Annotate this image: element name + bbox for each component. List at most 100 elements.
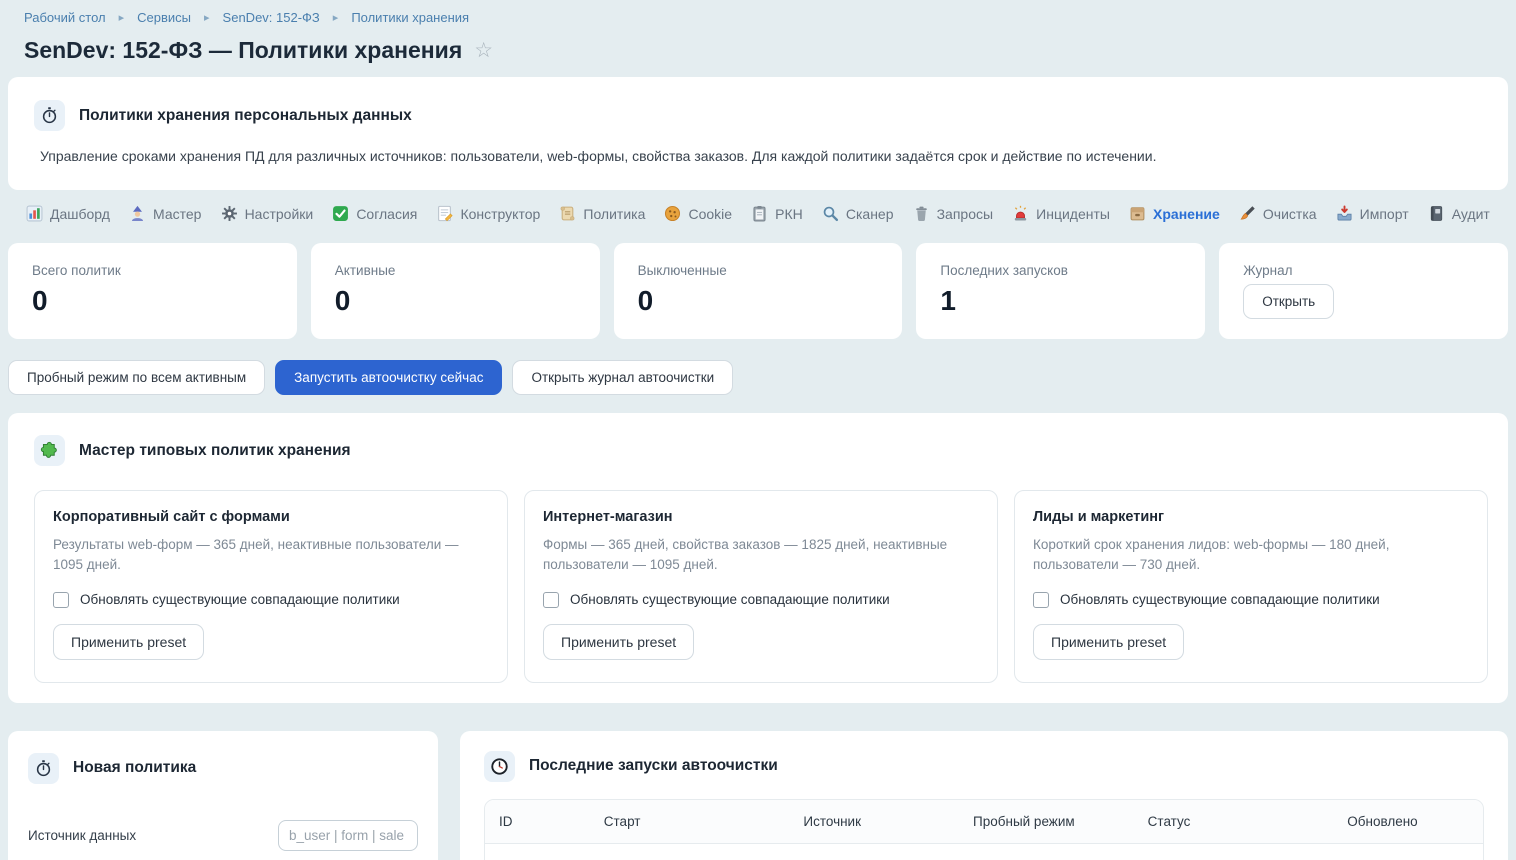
tab-label: Cookie <box>688 206 732 222</box>
tab-incidents[interactable]: Инциденты <box>1012 205 1110 222</box>
check-icon <box>332 205 349 222</box>
table-row: 120.03.2026 09:57:47agentНетЗавершён0 <box>485 843 1483 860</box>
action-buttons: Пробный режим по всем активным Запустить… <box>8 360 1508 395</box>
stat-value: 1 <box>940 285 1181 317</box>
bottom-row: Новая политика Источник данныхТип сущнос… <box>8 731 1508 860</box>
clipboard-icon <box>751 205 768 222</box>
tab-label: Дашборд <box>50 206 110 222</box>
open-journal-button[interactable]: Открыть журнал автоочистки <box>512 360 733 395</box>
tab-label: РКН <box>775 206 803 222</box>
tab-label: Инциденты <box>1036 206 1110 222</box>
tab-scanner[interactable]: Сканер <box>822 205 894 222</box>
tab-import[interactable]: Импорт <box>1336 205 1409 222</box>
breadcrumb-arrow-icon: ▸ <box>204 11 210 24</box>
apply-preset-button[interactable]: Применить preset <box>1033 624 1184 660</box>
import-icon <box>1336 205 1353 222</box>
runs-column-header: Источник <box>789 800 959 844</box>
preset-card: Интернет-магазин Формы — 365 дней, свойст… <box>524 490 998 683</box>
stat-label: Журнал <box>1243 263 1484 278</box>
stat-label: Всего политик <box>32 263 273 278</box>
tab-settings[interactable]: Настройки <box>221 205 314 222</box>
memo-icon <box>436 205 453 222</box>
banner-description: Управление сроками хранения ПД для разли… <box>40 148 1476 164</box>
banner: Политики хранения персональных данных Уп… <box>8 77 1508 190</box>
tab-wizard[interactable]: Мастер <box>129 205 201 222</box>
tab-constructor[interactable]: Конструктор <box>436 205 540 222</box>
run-cell-start: 20.03.2026 09:57:47 <box>590 843 790 860</box>
stat-label: Активные <box>335 263 576 278</box>
stat-value: 0 <box>32 285 273 317</box>
stat-value: 0 <box>638 285 879 317</box>
preset-description: Результаты web-форм — 365 дней, неактивн… <box>53 535 489 576</box>
tab-audit[interactable]: Аудит <box>1428 205 1490 222</box>
tab-label: Политика <box>583 206 645 222</box>
update-existing-checkbox[interactable] <box>543 592 559 608</box>
apply-preset-button[interactable]: Применить preset <box>543 624 694 660</box>
form-row: Источник данных <box>28 808 418 860</box>
brush-icon <box>1239 205 1256 222</box>
siren-icon <box>1012 205 1029 222</box>
tab-label: Настройки <box>245 206 314 222</box>
apply-preset-button[interactable]: Применить preset <box>53 624 204 660</box>
tab-consents[interactable]: Согласия <box>332 205 417 222</box>
form-input[interactable] <box>278 820 418 851</box>
update-existing-checkbox[interactable] <box>1033 592 1049 608</box>
new-policy-title: Новая политика <box>73 759 196 777</box>
tab-rkn[interactable]: РКН <box>751 205 803 222</box>
page: Рабочий стол▸Сервисы▸SenDev: 152-ФЗ▸Поли… <box>0 0 1516 860</box>
tab-dashboard[interactable]: Дашборд <box>26 205 110 222</box>
preset-title: Лиды и маркетинг <box>1033 509 1469 525</box>
stat-card: Активные0 <box>311 243 600 339</box>
runs-table: IDСтартИсточникПробный режимСтатусОбновл… <box>485 800 1483 860</box>
tab-cleanup[interactable]: Очистка <box>1239 205 1317 222</box>
box-icon <box>1129 205 1146 222</box>
update-existing-checkbox[interactable] <box>53 592 69 608</box>
preset-description: Формы — 365 дней, свойства заказов — 182… <box>543 535 979 576</box>
stopwatch-icon <box>28 753 59 784</box>
breadcrumb-link[interactable]: Рабочий стол <box>24 10 106 25</box>
stat-cards: Всего политик0Активные0Выключенные0После… <box>8 243 1508 339</box>
preset-title: Интернет-магазин <box>543 509 979 525</box>
runs-table-wrap: IDСтартИсточникПробный режимСтатусОбновл… <box>484 799 1484 860</box>
tab-label: Конструктор <box>460 206 540 222</box>
tab-storage[interactable]: Хранение <box>1129 205 1220 222</box>
banner-title: Политики хранения персональных данных <box>79 107 412 125</box>
update-existing-checkbox-row: Обновлять существующие совпадающие полит… <box>543 592 979 608</box>
tab-policy[interactable]: Политика <box>559 205 645 222</box>
wizard-section: Мастер типовых политик хранения Корпорат… <box>8 413 1508 703</box>
update-existing-checkbox-row: Обновлять существующие совпадающие полит… <box>1033 592 1469 608</box>
preset-card: Корпоративный сайт с формами Результаты w… <box>34 490 508 683</box>
stat-label: Выключенные <box>638 263 879 278</box>
tab-label: Аудит <box>1452 206 1490 222</box>
title-row: SenDev: 152-ФЗ — Политики хранения ☆ <box>24 37 1492 64</box>
tab-cookie[interactable]: Cookie <box>664 205 732 222</box>
trial-mode-button[interactable]: Пробный режим по всем активным <box>8 360 265 395</box>
star-icon[interactable]: ☆ <box>474 40 493 61</box>
wizard-icon <box>129 205 146 222</box>
new-policy-panel: Новая политика Источник данныхТип сущнос… <box>8 731 438 860</box>
search-icon <box>822 205 839 222</box>
breadcrumb-link[interactable]: SenDev: 152-ФЗ <box>223 10 320 25</box>
tab-label: Согласия <box>356 206 417 222</box>
tab-requests[interactable]: Запросы <box>913 205 993 222</box>
runs-panel: Последние запуски автоочистки IDСтартИст… <box>460 731 1508 860</box>
runs-title: Последние запуски автоочистки <box>529 757 778 775</box>
trash-icon <box>913 205 930 222</box>
breadcrumb-link[interactable]: Сервисы <box>137 10 191 25</box>
preset-cards: Корпоративный сайт с формами Результаты w… <box>34 490 1488 683</box>
stat-card: Всего политик 0 <box>8 243 297 339</box>
breadcrumb: Рабочий стол▸Сервисы▸SenDev: 152-ФЗ▸Поли… <box>8 0 1508 25</box>
run-autoclean-button[interactable]: Запустить автоочистку сейчас <box>275 360 502 395</box>
preset-title: Корпоративный сайт с формами <box>53 509 489 525</box>
wizard-title: Мастер типовых политик хранения <box>79 442 351 460</box>
puzzle-icon <box>34 435 65 466</box>
preset-card: Лиды и маркетингКороткий срок хранения л… <box>1014 490 1488 683</box>
open-journal-card-button[interactable]: Открыть <box>1243 284 1334 319</box>
clock-icon <box>484 751 515 782</box>
tab-label: Сканер <box>846 206 894 222</box>
stopwatch-icon <box>34 100 65 131</box>
new-policy-form: Источник данныхТип сущности <box>28 808 418 860</box>
stat-card: Журнал Открыть <box>1219 243 1508 339</box>
breadcrumb-link[interactable]: Политики хранения <box>351 10 469 25</box>
checkbox-label: Обновлять существующие совпадающие полит… <box>570 592 890 607</box>
